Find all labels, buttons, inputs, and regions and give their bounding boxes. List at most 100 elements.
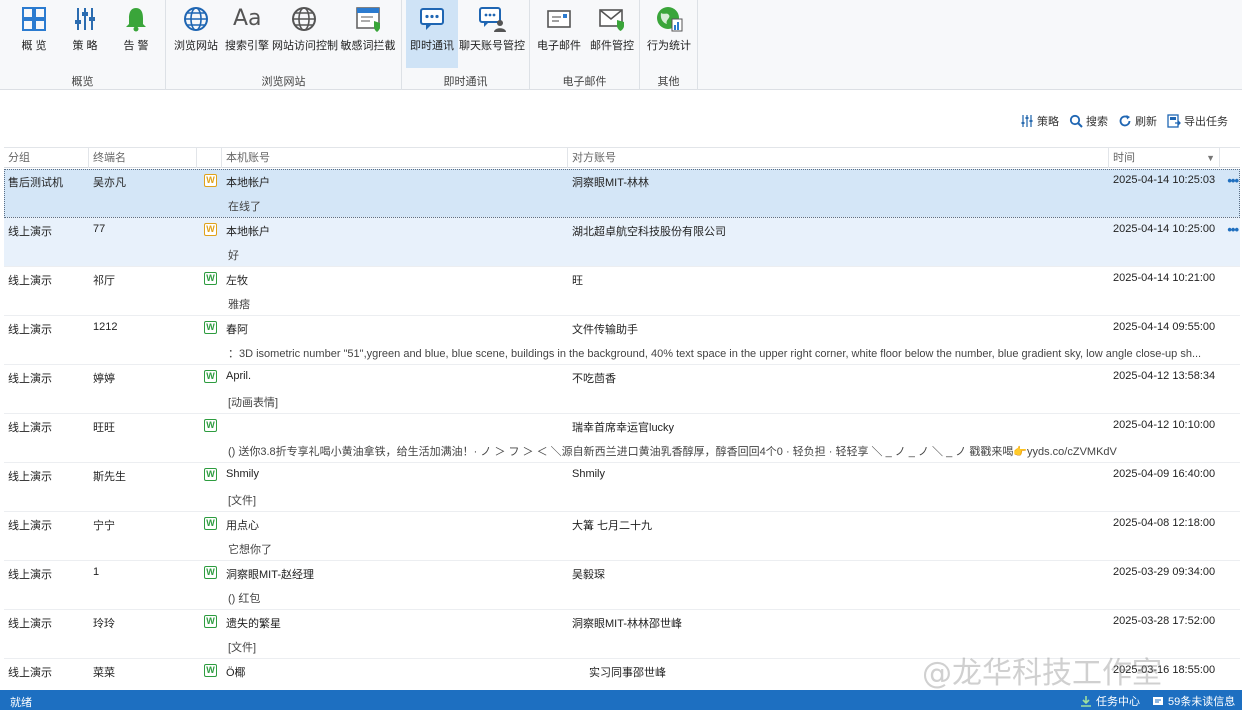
column-local-account[interactable]: 本机账号 — [222, 148, 568, 168]
column-terminal[interactable]: 终端名 — [89, 148, 197, 168]
search-button[interactable]: 搜索 — [1069, 112, 1108, 130]
table-row[interactable]: 售后测试机 吴亦凡 W 本地帐户 洞察眼MIT-林林 2025-04-14 10:25:0… — [4, 169, 1240, 218]
row-time: 2025-04-08 12:18:00 — [1113, 517, 1216, 529]
refresh-button[interactable]: 刷新 — [1118, 112, 1157, 130]
row-terminal: 吴亦凡 — [93, 177, 126, 189]
column-app-icon[interactable] — [197, 148, 222, 168]
table-row[interactable]: 线上演示 旺旺 W 瑞幸首席幸运官lucky 2025-04-12 10:10:00 ()… — [4, 414, 1240, 463]
ribbon-group-label: 其他 — [657, 76, 680, 88]
table-row[interactable]: 线上演示 77 W 本地帐户 湖北超卓航空科技股份有限公司 2025-04-14 10:2… — [4, 218, 1240, 267]
more-options-icon[interactable]: ••• — [1227, 222, 1239, 237]
row-time: 2025-04-12 13:58:34 — [1113, 370, 1216, 382]
mail-control-button[interactable]: 邮件管控 — [586, 0, 638, 68]
row-peer-account: 旺 — [572, 275, 583, 287]
row-terminal: 玲玲 — [93, 618, 115, 630]
overview-button[interactable]: 概 览 — [8, 0, 60, 68]
row-terminal: 77 — [93, 223, 106, 235]
table-row[interactable]: 线上演示 祁厅 W 左牧 旺 2025-04-14 10:21:00 雅痞 — [4, 267, 1240, 316]
behavior-statistics-button[interactable]: 行为统计 — [643, 0, 695, 68]
row-time: 2025-04-14 09:55:00 — [1113, 321, 1216, 333]
row-message: () 红包 — [228, 593, 261, 605]
row-local-account: 用点心 — [226, 520, 259, 532]
row-terminal: 祁厅 — [93, 275, 115, 287]
wechat-icon: W — [204, 664, 217, 677]
website-access-control-button[interactable]: 网站访问控制 — [272, 0, 338, 68]
ribbon: 概 览 策 略 告 警 概览 浏览网站 Aa 搜索引擎 网站访问控制 敏感词拦截… — [0, 0, 1242, 90]
email-button[interactable]: 电子邮件 — [534, 0, 584, 68]
row-peer-account: 不吃茴香 — [572, 373, 616, 385]
row-time: 2025-04-14 10:25:03 — [1113, 174, 1216, 186]
row-group: 线上演示 — [8, 520, 52, 532]
row-group: 线上演示 — [8, 471, 52, 483]
alarm-button[interactable]: 告 警 — [110, 0, 162, 68]
row-message: [文件] — [228, 495, 257, 507]
row-terminal: 1 — [93, 566, 100, 578]
task-center-button[interactable]: 任务中心 — [1080, 693, 1140, 709]
chat-account-control-button[interactable]: 聊天账号管控 — [458, 0, 526, 68]
row-terminal: 旺旺 — [93, 422, 115, 434]
browse-website-button[interactable]: 浏览网站 — [170, 0, 222, 68]
table-row[interactable]: 线上演示 宁宁 W 用点心 大篝 七月二十九 2025-04-08 12:18:00 它想你… — [4, 512, 1240, 561]
row-time: 2025-03-28 17:52:00 — [1113, 615, 1216, 627]
search-engine-button[interactable]: Aa 搜索引擎 — [222, 0, 272, 68]
globe-icon — [184, 7, 208, 31]
wechat-icon: W — [204, 566, 217, 579]
instant-messaging-button[interactable]: 即时通讯 — [406, 0, 458, 68]
chat-user-icon — [479, 7, 506, 32]
row-peer-account: 瑞幸首席幸运官lucky — [572, 422, 675, 434]
row-local-account: 洞察眼MIT-赵经理 — [226, 569, 314, 581]
column-time[interactable]: 时间 ▼ — [1109, 148, 1220, 168]
row-message: () 送你3.8折专享礼喝小黄油拿铁，给生活加满油！· ノ ＞ フ ＞ ＜ ＼源… — [228, 446, 1117, 458]
row-message: 雅痞 — [228, 299, 250, 311]
table-row[interactable]: 线上演示 1 W 洞察眼MIT-赵经理 吴毅琛 2025-03-29 09:34:00 ()… — [4, 561, 1240, 610]
globe-stats-icon — [657, 7, 683, 32]
row-local-account: Shmily — [226, 468, 260, 480]
row-message: 它想你了 — [228, 544, 272, 556]
row-terminal: 菜菜 — [93, 667, 115, 679]
sliders-icon — [75, 8, 95, 30]
row-group: 线上演示 — [8, 667, 52, 679]
ribbon-group-label: 概览 — [71, 76, 94, 88]
ribbon-group-label: 浏览网站 — [261, 76, 306, 88]
wechat-icon: W — [204, 517, 217, 530]
column-peer-account[interactable]: 对方账号 — [568, 148, 1109, 168]
column-group[interactable]: 分组 — [4, 148, 89, 168]
row-peer-account: 洞察眼MIT-林林邵世峰 — [572, 618, 682, 630]
row-terminal: 斯先生 — [93, 471, 126, 483]
sort-dropdown-icon[interactable]: ▼ — [1206, 148, 1215, 168]
sensitive-word-block-button[interactable]: 敏感词拦截 — [338, 0, 398, 68]
refresh-icon — [1119, 115, 1131, 127]
table-row[interactable]: 线上演示 婷婷 W April. 不吃茴香 2025-04-12 13:58:34 [动画表… — [4, 365, 1240, 414]
grid-icon — [22, 7, 46, 31]
search-engine-icon: Aa — [233, 6, 262, 31]
export-task-button[interactable]: 导出任务 — [1167, 112, 1228, 130]
row-local-account: Ö椰 — [226, 667, 246, 679]
row-group: 线上演示 — [8, 275, 52, 287]
row-group: 售后测试机 — [8, 177, 63, 189]
row-terminal: 1212 — [93, 321, 118, 333]
table-row[interactable]: 线上演示 1212 W 春阿 文件传输助手 2025-04-14 09:55:00 ：3D … — [4, 316, 1240, 365]
ribbon-group-overview: 概 览 策 略 告 警 概览 — [0, 0, 166, 90]
row-time: 2025-04-12 10:10:00 — [1113, 419, 1216, 431]
row-message: ：3D isometric number "51",ygreen and blu… — [228, 348, 1202, 360]
row-terminal: 宁宁 — [93, 520, 115, 532]
strategy-button[interactable]: 策 略 — [60, 0, 110, 68]
more-options-icon[interactable]: ••• — [1227, 173, 1239, 188]
export-icon — [1167, 114, 1181, 128]
ribbon-group-label: 电子邮件 — [562, 76, 607, 88]
row-group: 线上演示 — [8, 324, 52, 336]
action-toolbar: 策略 搜索 刷新 导出任务 — [1020, 112, 1228, 130]
mail-card-icon — [547, 10, 571, 28]
row-peer-account: 大篝 七月二十九 — [572, 520, 653, 532]
wechat-icon: W — [204, 321, 217, 334]
unread-messages-button[interactable]: 59条未读信息 — [1152, 693, 1235, 709]
bell-icon — [126, 8, 146, 32]
row-time: 2025-04-09 16:40:00 — [1113, 468, 1216, 480]
ribbon-group-im: 即时通讯 聊天账号管控 即时通讯 — [402, 0, 530, 90]
table-row[interactable]: 线上演示 斯先生 W Shmily Shmily 2025-04-09 16:40:00 [… — [4, 463, 1240, 512]
table-header: 分组 终端名 本机账号 对方账号 时间 ▼ — [4, 147, 1240, 168]
row-terminal: 婷婷 — [93, 373, 115, 385]
row-peer-account: Shmily — [572, 468, 606, 480]
row-time: 2025-04-14 10:25:00 — [1113, 223, 1216, 235]
strategy-tool-button[interactable]: 策略 — [1020, 112, 1059, 130]
